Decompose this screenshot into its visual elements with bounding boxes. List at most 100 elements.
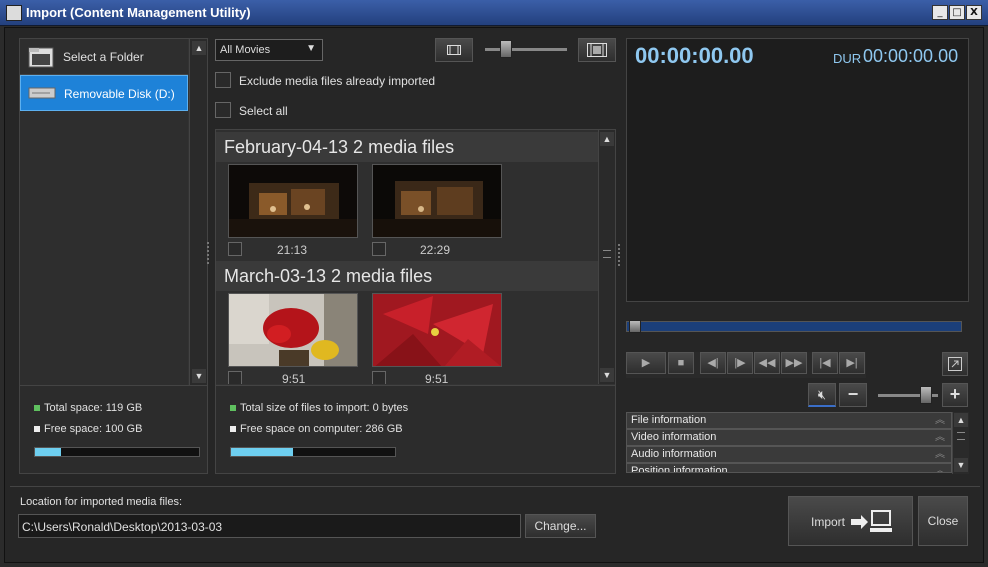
media-checkbox[interactable] xyxy=(228,242,242,256)
media-checkbox[interactable] xyxy=(372,371,386,384)
position-information-row[interactable]: Position information ︽ xyxy=(626,463,952,473)
collapse-up-icon: ︽ xyxy=(935,432,945,443)
duration-value: 00:00:00.00 xyxy=(863,46,959,66)
go-to-end-button[interactable]: ▶| xyxy=(839,352,865,374)
go-to-start-button[interactable]: |◀ xyxy=(812,352,838,374)
import-progress-fill xyxy=(231,448,294,456)
minus-icon: − xyxy=(847,384,859,404)
next-frame-icon: |▶ xyxy=(734,357,746,369)
video-information-row[interactable]: Video information ︽ xyxy=(626,429,952,446)
file-information-row[interactable]: File information ︽ xyxy=(626,412,952,429)
location-path-field[interactable]: C:\Users\Ronald\Desktop\2013-03-03 xyxy=(18,514,521,538)
import-button[interactable]: Import xyxy=(788,496,913,546)
slider-handle[interactable] xyxy=(500,40,512,58)
media-scrollbar[interactable]: ▲ ▼ xyxy=(598,130,615,384)
select-all-checkbox[interactable] xyxy=(215,102,231,118)
legend-dot-icon xyxy=(230,426,236,433)
collapse-up-icon: ︽ xyxy=(935,449,945,460)
collapse-up-icon: ︽ xyxy=(935,466,945,473)
legend-dot-icon xyxy=(34,426,40,433)
media-thumbnail[interactable] xyxy=(372,293,502,367)
mute-button[interactable]: 🔇︎ xyxy=(808,383,836,407)
group-header: March-03-13 2 media files xyxy=(216,261,598,291)
stop-button[interactable]: ■ xyxy=(668,352,694,374)
total-space-text: Total space: 119 GB xyxy=(34,402,142,414)
collapse-up-icon: ︽ xyxy=(935,415,945,426)
previous-frame-button[interactable]: ◀| xyxy=(700,352,726,374)
close-button[interactable]: Close xyxy=(918,496,968,546)
scroll-grip-icon[interactable] xyxy=(603,250,611,258)
media-thumbnail[interactable] xyxy=(228,293,358,367)
play-button[interactable]: ▶ xyxy=(626,352,666,374)
fast-forward-icon: ▶▶ xyxy=(785,357,803,369)
media-duration: 21:13 xyxy=(277,243,308,257)
film-large-icon xyxy=(587,43,607,57)
folder-icon xyxy=(28,47,54,68)
import-button-label: Import xyxy=(811,515,846,529)
maximize-button[interactable]: □ xyxy=(949,5,965,20)
exclude-imported-label: Exclude media files already imported xyxy=(239,74,436,88)
source-item-removable-disk[interactable]: Removable Disk (D:) xyxy=(20,75,188,111)
scroll-down-arrow-icon[interactable]: ▼ xyxy=(600,368,614,382)
chevron-down-icon: ▼ xyxy=(306,43,316,54)
divider xyxy=(10,486,980,487)
volume-down-button[interactable]: − xyxy=(839,383,867,407)
audio-information-row[interactable]: Audio information ︽ xyxy=(626,446,952,463)
source-item-folder[interactable]: Select a Folder xyxy=(20,39,188,75)
seek-bar[interactable] xyxy=(626,320,962,333)
previous-frame-icon: ◀| xyxy=(707,357,719,369)
legend-dot-icon xyxy=(230,405,236,412)
source-item-label: Removable Disk (D:) xyxy=(64,87,175,101)
change-location-button[interactable]: Change... xyxy=(525,514,596,538)
media-checkbox[interactable] xyxy=(228,371,242,384)
large-thumbnail-button[interactable] xyxy=(578,38,616,62)
fullscreen-icon xyxy=(948,357,962,371)
group-header: February-04-13 2 media files xyxy=(216,132,598,162)
source-list: Select a Folder Removable Disk (D:) xyxy=(20,39,188,385)
next-frame-button[interactable]: |▶ xyxy=(727,352,753,374)
select-all-label: Select all xyxy=(239,104,288,118)
media-list: February-04-13 2 media files 21:13 22:29… xyxy=(216,130,598,384)
thumbnail-size-slider[interactable] xyxy=(485,40,567,58)
volume-handle[interactable] xyxy=(920,386,932,404)
video-preview[interactable]: 00:00:00.00 DUR 00:00:00.00 xyxy=(626,38,969,302)
volume-slider[interactable] xyxy=(878,386,938,404)
media-thumbnail[interactable] xyxy=(372,164,502,238)
source-panel: Select a Folder Removable Disk (D:) ▲ ▼ … xyxy=(19,38,208,474)
media-panel: February-04-13 2 media files 21:13 22:29… xyxy=(215,129,616,474)
fullscreen-button[interactable] xyxy=(942,352,968,376)
duration-label: DUR xyxy=(833,51,862,66)
info-scrollbar[interactable]: ▲ ▼ xyxy=(952,412,969,474)
scroll-up-arrow-icon[interactable]: ▲ xyxy=(600,132,614,146)
rewind-button[interactable]: ◀◀ xyxy=(754,352,780,374)
timecode-display: 00:00:00.00 xyxy=(635,43,754,68)
source-scrollbar[interactable]: ▲ ▼ xyxy=(189,39,207,385)
close-window-button[interactable]: X xyxy=(966,5,982,20)
media-duration: 9:51 xyxy=(425,372,449,384)
play-icon: ▶ xyxy=(641,357,651,369)
seek-handle[interactable] xyxy=(629,320,641,333)
scroll-down-arrow-icon[interactable]: ▼ xyxy=(192,369,206,383)
location-label: Location for imported media files: xyxy=(20,496,183,508)
media-thumbnail[interactable] xyxy=(228,164,358,238)
exclude-imported-option[interactable]: Exclude media files already imported xyxy=(215,72,435,88)
volume-up-button[interactable]: + xyxy=(942,383,968,407)
exclude-imported-checkbox[interactable] xyxy=(215,72,231,88)
fast-forward-button[interactable]: ▶▶ xyxy=(781,352,807,374)
select-all-option[interactable]: Select all xyxy=(215,102,288,118)
small-thumbnail-button[interactable] xyxy=(435,38,473,62)
scroll-down-arrow-icon[interactable]: ▼ xyxy=(954,458,968,472)
minimize-button[interactable]: _ xyxy=(932,5,948,20)
media-checkbox[interactable] xyxy=(372,242,386,256)
scroll-grip-icon[interactable] xyxy=(957,432,965,440)
scroll-up-arrow-icon[interactable]: ▲ xyxy=(192,41,206,55)
scroll-up-arrow-icon[interactable]: ▲ xyxy=(954,413,968,427)
left-splitter-handle[interactable] xyxy=(207,242,212,264)
app-icon xyxy=(6,5,22,21)
storage-progress-bar xyxy=(34,447,200,457)
right-splitter-handle[interactable] xyxy=(618,244,623,266)
storage-info: Total space: 119 GB Free space: 100 GB xyxy=(20,385,207,473)
media-duration: 9:51 xyxy=(282,372,306,384)
media-filter-select[interactable]: All Movies ▼ xyxy=(215,39,323,61)
media-duration: 22:29 xyxy=(420,243,451,257)
